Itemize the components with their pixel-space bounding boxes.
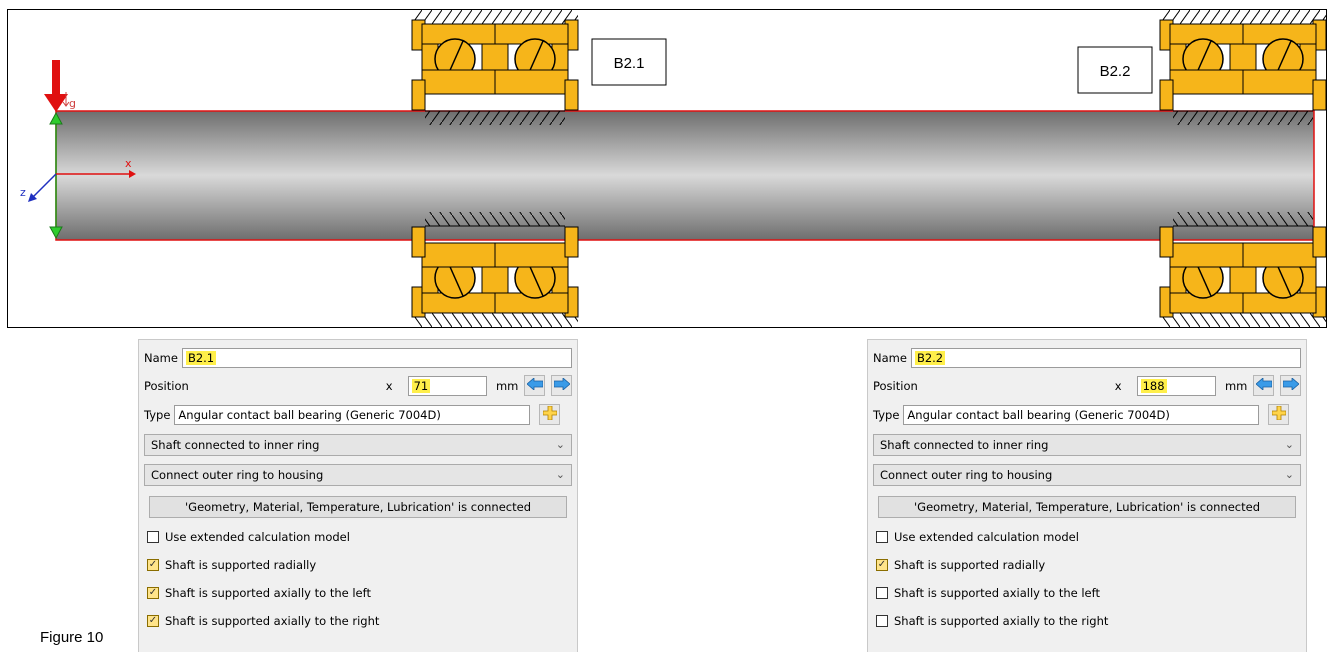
position-label: Position bbox=[144, 378, 189, 393]
inner-ring-select[interactable]: Shaft connected to inner ring ⌄ bbox=[144, 434, 572, 456]
outer-ring-value: Connect outer ring to housing bbox=[880, 468, 1053, 482]
inner-ring-select[interactable]: Shaft connected to inner ring ⌄ bbox=[873, 434, 1301, 456]
inner-ring-value: Shaft connected to inner ring bbox=[880, 438, 1049, 452]
checkbox-label: Shaft is supported radially bbox=[894, 558, 1046, 572]
checkbox-extended-model[interactable]: Use extended calculation model bbox=[147, 530, 350, 544]
outer-ring-select[interactable]: Connect outer ring to housing ⌄ bbox=[873, 464, 1301, 486]
plus-icon bbox=[1271, 405, 1287, 423]
position-x-input[interactable]: 71 bbox=[407, 375, 487, 396]
chevron-down-icon: ⌄ bbox=[555, 468, 565, 481]
name-label: Name bbox=[144, 351, 178, 365]
checkmark-icon: ✓ bbox=[876, 559, 888, 571]
arrow-left-icon bbox=[1255, 377, 1273, 393]
checkbox-icon bbox=[876, 615, 888, 627]
move-right-button[interactable] bbox=[1280, 375, 1301, 396]
type-value: Angular contact ball bearing (Generic 70… bbox=[907, 407, 1170, 422]
checkbox-axially-right[interactable]: ✓ Shaft is supported axially to the righ… bbox=[147, 614, 379, 628]
shaft-body bbox=[55, 110, 1315, 241]
checkbox-label: Shaft is supported axially to the right bbox=[894, 614, 1109, 628]
label-b21: B2.1 bbox=[614, 55, 645, 72]
move-left-button[interactable] bbox=[1253, 375, 1275, 396]
checkbox-axially-left[interactable]: ✓ Shaft is supported axially to the left bbox=[147, 586, 371, 600]
outer-ring-value: Connect outer ring to housing bbox=[151, 468, 324, 482]
connected-button[interactable]: 'Geometry, Material, Temperature, Lubric… bbox=[878, 496, 1296, 518]
checkbox-label: Use extended calculation model bbox=[894, 530, 1079, 544]
name-input[interactable]: B2.2 bbox=[910, 348, 1301, 368]
figure-caption: Figure 10 bbox=[40, 629, 104, 646]
checkbox-axially-right[interactable]: Shaft is supported axially to the right bbox=[876, 614, 1108, 628]
type-label: Type bbox=[144, 407, 171, 422]
name-input[interactable]: B2.1 bbox=[181, 348, 572, 368]
chevron-down-icon: ⌄ bbox=[1284, 468, 1294, 481]
checkmark-icon: ✓ bbox=[147, 559, 159, 571]
checkbox-label: Shaft is supported radially bbox=[165, 558, 317, 572]
arrow-right-icon bbox=[1282, 377, 1300, 393]
move-right-button[interactable] bbox=[551, 375, 572, 396]
checkbox-supported-radially[interactable]: ✓ Shaft is supported radially bbox=[147, 558, 316, 572]
add-type-button[interactable] bbox=[1268, 404, 1290, 425]
name-value: B2.2 bbox=[914, 351, 946, 365]
checkbox-label: Shaft is supported axially to the left bbox=[165, 586, 371, 600]
load-arrow-head-icon bbox=[44, 94, 68, 112]
checkbox-icon bbox=[147, 531, 159, 543]
type-input[interactable]: Angular contact ball bearing (Generic 70… bbox=[903, 404, 1260, 425]
type-value: Angular contact ball bearing (Generic 70… bbox=[178, 407, 441, 422]
checkbox-label: Use extended calculation model bbox=[165, 530, 350, 544]
checkbox-icon bbox=[876, 531, 888, 543]
checkmark-icon: ✓ bbox=[147, 587, 159, 599]
chevron-down-icon: ⌄ bbox=[1284, 438, 1294, 451]
name-value: B2.1 bbox=[185, 351, 217, 365]
bearing-b22-top bbox=[1159, 10, 1326, 126]
connected-label: 'Geometry, Material, Temperature, Lubric… bbox=[914, 500, 1260, 514]
unit-label: mm bbox=[495, 378, 519, 393]
checkbox-axially-left[interactable]: Shaft is supported axially to the left bbox=[876, 586, 1100, 600]
add-type-button[interactable] bbox=[539, 404, 561, 425]
arrow-left-icon bbox=[526, 377, 544, 393]
inner-ring-value: Shaft connected to inner ring bbox=[151, 438, 320, 452]
load-arrow-shaft-icon bbox=[52, 60, 60, 96]
x-label: x bbox=[1114, 378, 1122, 393]
connected-button[interactable]: 'Geometry, Material, Temperature, Lubric… bbox=[149, 496, 567, 518]
x-label: x bbox=[385, 378, 393, 393]
gravity-label: g bbox=[69, 97, 76, 110]
connected-label: 'Geometry, Material, Temperature, Lubric… bbox=[185, 500, 531, 514]
move-left-button[interactable] bbox=[524, 375, 546, 396]
position-x-value: 71 bbox=[411, 378, 431, 393]
plus-icon bbox=[542, 405, 558, 423]
chevron-down-icon: ⌄ bbox=[555, 438, 565, 451]
checkmark-icon: ✓ bbox=[147, 615, 159, 627]
position-x-input[interactable]: 188 bbox=[1136, 375, 1216, 396]
position-label: Position bbox=[873, 378, 918, 393]
label-b22: B2.2 bbox=[1100, 63, 1131, 80]
bearing-panel-b22: Name B2.2 Position x 188 mm Type Angular… bbox=[867, 339, 1307, 652]
bearing-b21-top bbox=[411, 10, 579, 126]
checkbox-label: Shaft is supported axially to the left bbox=[894, 586, 1100, 600]
position-x-value: 188 bbox=[1140, 378, 1167, 393]
outer-ring-select[interactable]: Connect outer ring to housing ⌄ bbox=[144, 464, 572, 486]
arrow-right-icon bbox=[553, 377, 571, 393]
checkbox-label: Shaft is supported axially to the right bbox=[165, 614, 380, 628]
bearing-panel-b21: Name B2.1 Position x 71 mm Type Angular … bbox=[138, 339, 578, 652]
type-input[interactable]: Angular contact ball bearing (Generic 70… bbox=[174, 404, 531, 425]
checkbox-supported-radially[interactable]: ✓ Shaft is supported radially bbox=[876, 558, 1045, 572]
checkbox-icon bbox=[876, 587, 888, 599]
shaft-diagram: g x z B2.1 B2.2 bbox=[7, 9, 1327, 328]
name-label: Name bbox=[873, 351, 907, 365]
checkbox-extended-model[interactable]: Use extended calculation model bbox=[876, 530, 1079, 544]
axis-z-label: z bbox=[20, 186, 26, 199]
type-label: Type bbox=[873, 407, 900, 422]
axis-x-label: x bbox=[125, 157, 132, 170]
unit-label: mm bbox=[1224, 378, 1248, 393]
